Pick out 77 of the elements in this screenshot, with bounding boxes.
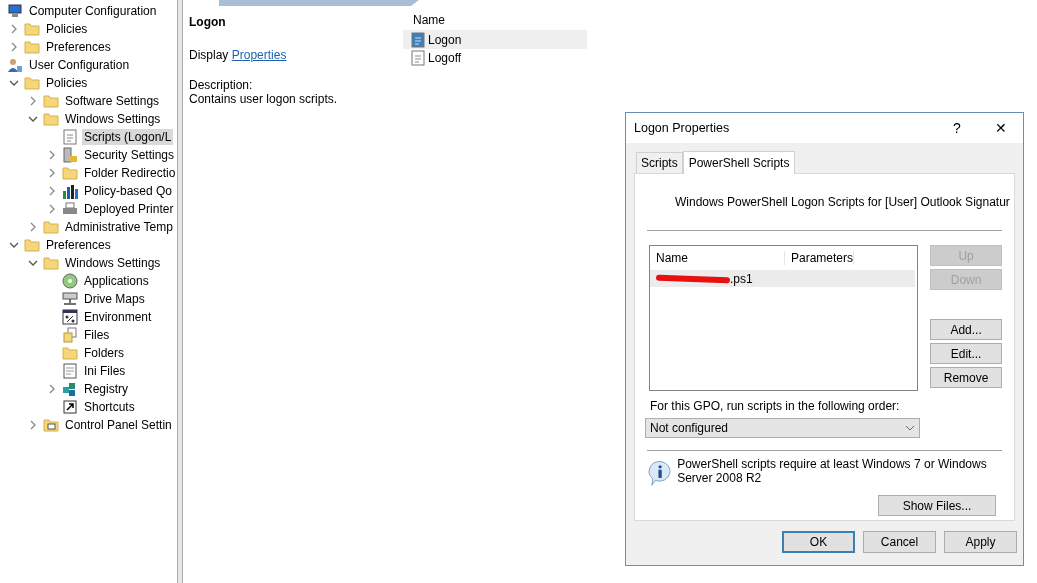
dialog-button[interactable]: Apply (944, 531, 1017, 553)
folder-icon (23, 238, 40, 252)
printer-icon (61, 201, 78, 217)
help-button[interactable]: ? (935, 113, 979, 143)
tree-item[interactable]: Folders (82, 345, 126, 361)
tree-item[interactable]: Computer Configuration (27, 3, 159, 19)
folder-icon (42, 94, 59, 108)
folder-icon (42, 220, 59, 234)
tree-item[interactable]: Folder Redirectio (82, 165, 178, 181)
tree-item[interactable]: Policy-based Qo (82, 183, 175, 199)
computer-icon (6, 3, 23, 19)
tree-item[interactable]: Preferences (44, 39, 113, 55)
tree-item[interactable]: Drive Maps (82, 291, 147, 307)
close-button[interactable]: ✕ (979, 113, 1023, 143)
column-header[interactable]: Name (650, 251, 785, 265)
side-button[interactable]: Add... (930, 319, 1002, 340)
tree-item[interactable]: Control Panel Settin (63, 417, 174, 433)
column-header[interactable]: Parameters (785, 251, 855, 265)
bar-chart-icon (61, 183, 78, 199)
folder-icon (61, 346, 78, 360)
tab[interactable]: Scripts (636, 152, 683, 173)
tree-item[interactable]: Administrative Temp (63, 219, 175, 235)
dialog-button[interactable]: Cancel (863, 531, 936, 553)
folder-icon (61, 166, 78, 180)
document-icon (411, 50, 425, 66)
tree-item[interactable]: Policies (44, 21, 90, 37)
tree-item[interactable]: Policies (44, 75, 90, 91)
details-title: Logon (189, 15, 227, 29)
scripts-heading: Windows PowerShell Logon Scripts for [User] Outlook Signatur (675, 195, 1010, 209)
dialog-button[interactable]: OK (782, 531, 855, 553)
lock-server-icon (61, 147, 78, 163)
disc-icon (61, 273, 78, 289)
side-button[interactable]: Remove (930, 367, 1002, 388)
tree-item[interactable]: Windows Settings (63, 255, 163, 271)
folder-icon (23, 76, 40, 90)
list-item[interactable]: Logoff (403, 49, 587, 67)
tree-item[interactable]: Ini Files (82, 363, 128, 379)
display-label: Display (189, 48, 229, 62)
script-icon (411, 32, 425, 48)
files-icon (61, 327, 78, 343)
tree-item[interactable]: Registry (82, 381, 130, 397)
show-files-button[interactable]: Show Files... (878, 495, 996, 516)
tree-item[interactable]: User Configuration (27, 57, 132, 73)
folder-icon (23, 22, 40, 36)
folder-icon (23, 40, 40, 54)
info-text: PowerShell scripts require at least Windows 7 or Windows Server 2008 R2 (677, 457, 988, 487)
tree-item[interactable]: Security Settings (82, 147, 177, 163)
registry-cubes-icon (61, 381, 78, 397)
table-cell[interactable]: .ps1 (730, 271, 753, 286)
dialog-title: Logon Properties (634, 121, 731, 135)
control-panel-folder-icon (42, 418, 59, 432)
tab[interactable]: PowerShell Scripts (682, 151, 796, 174)
folder-icon (42, 112, 59, 126)
order-dropdown[interactable]: Not configured (645, 418, 920, 438)
tree-item[interactable]: Environment (82, 309, 154, 325)
caret-icon (905, 425, 915, 431)
tree-item[interactable]: Preferences (44, 237, 113, 253)
tree-item[interactable]: Scripts (Logon/L (82, 129, 174, 145)
network-drive-icon (61, 291, 78, 307)
ini-file-icon (62, 363, 77, 379)
tree-item[interactable]: Deployed Printer (82, 201, 176, 217)
list-item[interactable]: Logon (403, 31, 587, 49)
order-label: For this GPO, run scripts in the following order: (649, 399, 901, 413)
document-icon (62, 129, 77, 145)
tree-item[interactable]: Files (82, 327, 112, 343)
folder-icon (42, 256, 59, 270)
description-label: Description: (189, 78, 254, 92)
tree-item[interactable]: Windows Settings (63, 111, 163, 127)
tree-item[interactable]: Software Settings (63, 93, 162, 109)
environment-icon (61, 309, 78, 325)
shortcut-icon (62, 400, 77, 414)
description-text: Contains user logon scripts. (189, 92, 339, 106)
side-button[interactable]: Edit... (930, 343, 1002, 364)
properties-link[interactable]: Properties (231, 48, 287, 62)
tree-item[interactable]: Shortcuts (82, 399, 137, 415)
user-icon (6, 57, 23, 73)
tree-item[interactable]: Applications (82, 273, 151, 289)
